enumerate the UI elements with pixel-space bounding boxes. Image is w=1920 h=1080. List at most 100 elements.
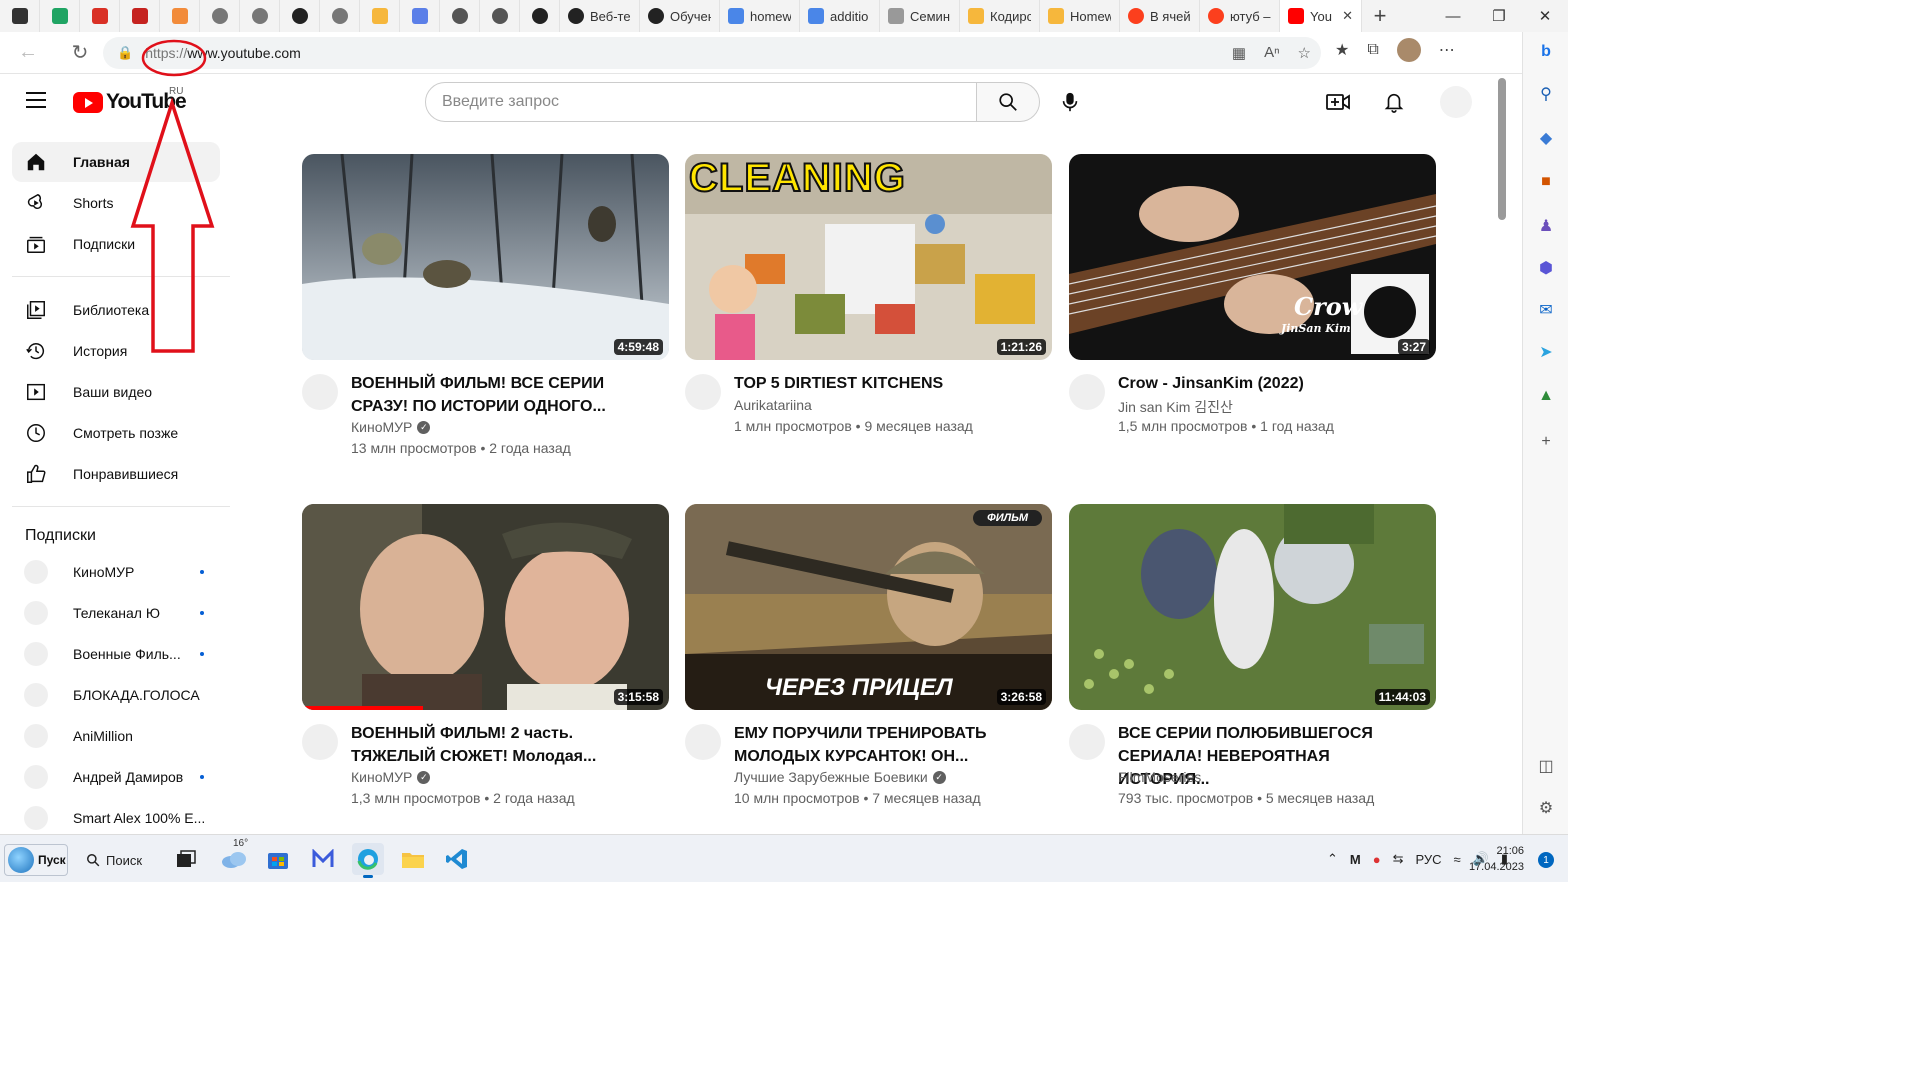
taskbar-search[interactable]: Поиск <box>78 844 166 876</box>
subscription-item[interactable]: БЛОКАДА.ГОЛОСА <box>12 675 220 715</box>
search-button[interactable] <box>976 82 1040 122</box>
browser-tab[interactable]: additio <box>800 0 880 32</box>
browser-tab[interactable] <box>520 0 560 32</box>
browser-tab[interactable]: Обучен <box>640 0 720 32</box>
subscription-item[interactable]: Smart Alex 100% E... <box>12 798 220 834</box>
video-thumbnail[interactable]: 3:15:58 <box>302 504 669 710</box>
browser-tab[interactable] <box>440 0 480 32</box>
video-title[interactable]: TOP 5 DIRTIEST KITCHENS <box>734 372 1034 395</box>
browser-tab[interactable] <box>320 0 360 32</box>
mail-tray-icon[interactable]: M <box>1350 852 1361 867</box>
channel-avatar[interactable] <box>302 724 338 760</box>
video-title[interactable]: ВОЕННЫЙ ФИЛЬМ! 2 часть. ТЯЖЕЛЫЙ СЮЖЕТ! М… <box>351 722 651 768</box>
channel-avatar[interactable] <box>1069 374 1105 410</box>
sidebar-item[interactable]: Ваши видео <box>12 372 220 412</box>
channel-name[interactable]: Лучшие Зарубежные Боевики ✓ <box>734 769 946 785</box>
outlook-icon[interactable]: ✉ <box>1532 296 1560 324</box>
profile-avatar[interactable] <box>1396 38 1421 62</box>
read-aloud-icon[interactable]: Aⁿ <box>1264 44 1279 62</box>
add-favorite-icon[interactable]: ☆ <box>1298 44 1311 62</box>
sidebar-item[interactable]: Shorts <box>12 183 220 223</box>
browser-tab[interactable] <box>280 0 320 32</box>
browser-tab[interactable] <box>240 0 280 32</box>
video-card[interactable]: 3:15:58 ВОЕННЫЙ ФИЛЬМ! 2 часть. ТЯЖЕЛЫЙ С… <box>302 504 669 812</box>
video-thumbnail[interactable]: ФИЛЬМ ЧЕРЕЗ ПРИЦЕЛ 3:26:58 <box>685 504 1052 710</box>
browser-tab[interactable]: Homew <box>1040 0 1120 32</box>
minimize-icon[interactable]: — <box>1430 0 1476 32</box>
channel-name[interactable]: КиноМУР ✓ <box>351 769 431 785</box>
voice-search-button[interactable] <box>1050 82 1090 122</box>
video-card[interactable]: Crow JinSan Kim 3:27 Crow - JinsanKim (2022… <box>1069 154 1436 462</box>
office-icon[interactable]: ⬢ <box>1532 254 1560 282</box>
browser-tab[interactable] <box>200 0 240 32</box>
meet-now-icon[interactable]: ● <box>1373 852 1381 867</box>
reload-button[interactable]: ↻ <box>60 33 100 73</box>
channel-avatar[interactable] <box>1069 724 1105 760</box>
video-thumbnail[interactable]: CLEANING 1:21:26 <box>685 154 1052 360</box>
account-avatar[interactable] <box>1440 86 1472 118</box>
shopping-icon[interactable]: ◆ <box>1532 124 1560 152</box>
back-button[interactable]: ← <box>8 33 48 73</box>
telegram-icon[interactable]: ➤ <box>1532 338 1560 366</box>
taskbar-clock[interactable]: 21:06 17.04.2023 <box>1469 843 1524 875</box>
favorites-icon[interactable]: ★ <box>1335 40 1349 60</box>
lock-icon[interactable]: 🔒 <box>117 45 133 61</box>
bing-icon[interactable]: b <box>1532 38 1560 66</box>
address-bar[interactable]: 🔒 https://www.youtube.com ▦ Aⁿ ☆ <box>103 37 1321 69</box>
channel-avatar[interactable] <box>685 724 721 760</box>
video-card[interactable]: CLEANING 1:21:26 TOP 5 DIRTIEST KITCHENS Au… <box>685 154 1052 462</box>
channel-name[interactable]: Jin san Kim 김진산 <box>1118 397 1233 417</box>
browser-tab[interactable] <box>120 0 160 32</box>
browser-tab[interactable] <box>400 0 440 32</box>
taskbar-explorer[interactable] <box>397 843 429 875</box>
browser-tab[interactable] <box>0 0 40 32</box>
browser-tab[interactable] <box>480 0 520 32</box>
subscription-item[interactable]: Телеканал Ю <box>12 593 220 633</box>
games-icon[interactable]: ♟ <box>1532 212 1560 240</box>
subscription-item[interactable]: Военные Филь... <box>12 634 220 674</box>
restore-icon[interactable]: ❐ <box>1476 0 1522 32</box>
taskbar-store[interactable] <box>262 843 294 875</box>
sidebar-item[interactable]: Подписки <box>12 224 220 264</box>
sidebar-item[interactable]: Понравившиеся <box>12 454 220 494</box>
page-scrollbar-thumb[interactable] <box>1498 78 1506 220</box>
channel-name[interactable]: FilmMoseries <box>1118 769 1201 785</box>
tree-icon[interactable]: ▲ <box>1532 382 1560 410</box>
sidebar-item[interactable]: История <box>12 331 220 371</box>
apps-icon[interactable]: ▦ <box>1232 44 1246 62</box>
subscription-item[interactable]: Андрей Дамиров <box>12 757 220 797</box>
channel-name[interactable]: КиноМУР ✓ <box>351 419 431 435</box>
new-tab-button[interactable]: + <box>1362 3 1398 29</box>
video-title[interactable]: ЕМУ ПОРУЧИЛИ ТРЕНИРОВАТЬ МОЛОДЫХ КУРСАНТ… <box>734 722 1034 768</box>
language-indicator[interactable]: РУС <box>1415 852 1441 867</box>
video-card[interactable]: ФИЛЬМ ЧЕРЕЗ ПРИЦЕЛ 3:26:58 ЕМУ ПОРУЧИЛИ ТРЕ… <box>685 504 1052 812</box>
wifi-icon[interactable]: ≈ <box>1454 852 1461 867</box>
browser-tab[interactable]: Семин <box>880 0 960 32</box>
more-icon[interactable]: ⋯ <box>1439 40 1455 60</box>
browser-tab[interactable]: В ячей <box>1120 0 1200 32</box>
collections-icon[interactable]: ⧉ <box>1367 41 1378 59</box>
video-title[interactable]: ВОЕННЫЙ ФИЛЬМ! ВСЕ СЕРИИ СРАЗУ! ПО ИСТОР… <box>351 372 651 418</box>
browser-tab[interactable]: ютуб – <box>1200 0 1280 32</box>
video-card[interactable]: 11:44:03 ВСЕ СЕРИИ ПОЛЮБИВШЕГОСЯ СЕРИАЛА!… <box>1069 504 1436 812</box>
video-title[interactable]: Crow - JinsanKim (2022) <box>1118 372 1418 395</box>
video-thumbnail[interactable]: 11:44:03 <box>1069 504 1436 710</box>
subscription-item[interactable]: AniMillion <box>12 716 220 756</box>
start-button[interactable]: Пуск <box>4 844 68 876</box>
tools-icon[interactable]: ■ <box>1532 168 1560 196</box>
search-input[interactable] <box>442 93 942 111</box>
taskbar-mail-app[interactable] <box>307 843 339 875</box>
browser-tab[interactable] <box>360 0 400 32</box>
browser-tab[interactable]: Кодирс <box>960 0 1040 32</box>
sidebar-item[interactable]: Главная <box>12 142 220 182</box>
create-video-button[interactable] <box>1322 86 1354 118</box>
browser-tab[interactable] <box>40 0 80 32</box>
taskbar-edge[interactable] <box>352 843 384 878</box>
browser-tab[interactable] <box>160 0 200 32</box>
channel-avatar[interactable] <box>685 374 721 410</box>
sliders-icon[interactable]: ⇆ <box>1393 851 1404 867</box>
video-thumbnail[interactable]: Crow JinSan Kim 3:27 <box>1069 154 1436 360</box>
browser-tab[interactable]: You ✕ <box>1280 0 1362 32</box>
channel-avatar[interactable] <box>302 374 338 410</box>
close-window-icon[interactable]: ✕ <box>1522 0 1568 32</box>
